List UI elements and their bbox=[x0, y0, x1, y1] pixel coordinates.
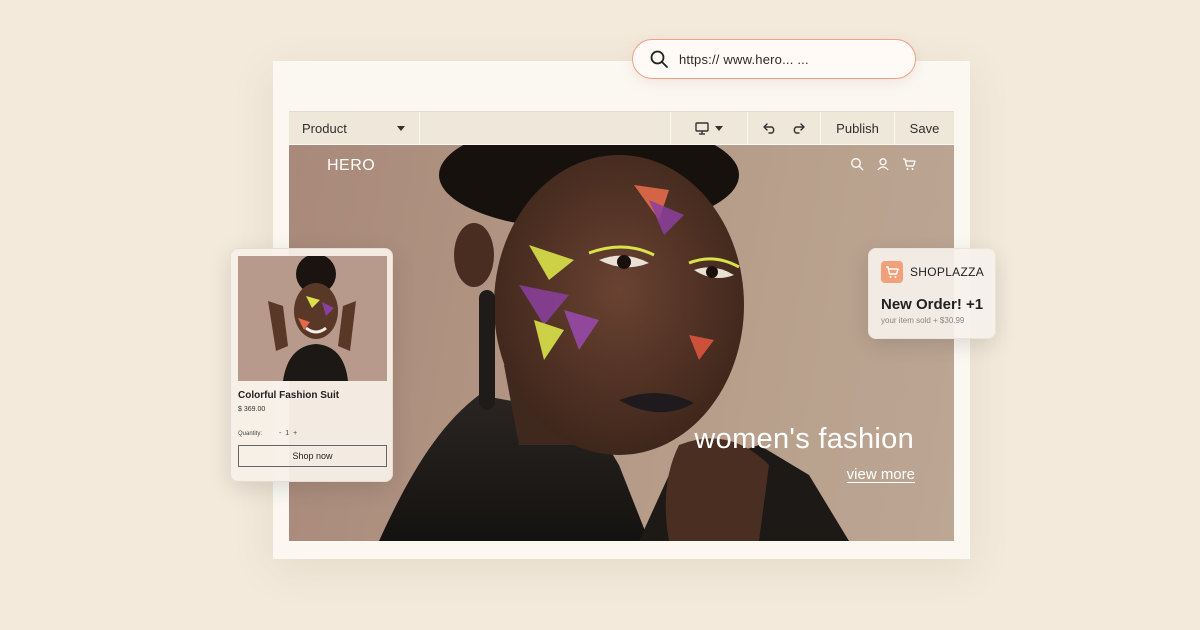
shop-now-button[interactable]: Shop now bbox=[238, 445, 387, 467]
cart-icon[interactable] bbox=[902, 157, 916, 171]
product-card: Colorful Fashion Suit $ 369.00 Quantity:… bbox=[230, 248, 393, 482]
device-toggle[interactable] bbox=[670, 112, 747, 144]
cart-icon bbox=[886, 266, 899, 278]
product-model-image bbox=[238, 256, 387, 381]
editor-toolbar: Product Publish Save bbox=[289, 111, 954, 144]
undo-icon[interactable] bbox=[763, 122, 777, 134]
shoplazza-logo bbox=[881, 261, 903, 283]
order-notification: SHOPLAZZA New Order! +1 your item sold +… bbox=[868, 248, 996, 339]
hero-headline: women's fashion bbox=[694, 423, 914, 455]
url-text: https:// www.hero... ... bbox=[679, 51, 809, 67]
url-bar[interactable]: https:// www.hero... ... bbox=[632, 39, 916, 79]
save-button[interactable]: Save bbox=[894, 112, 954, 144]
product-name: Colorful Fashion Suit bbox=[238, 390, 340, 401]
notification-subtitle: your item sold + $30.99 bbox=[881, 316, 965, 325]
product-image[interactable] bbox=[238, 256, 387, 381]
publish-button[interactable]: Publish bbox=[820, 112, 894, 144]
header-icons bbox=[850, 157, 916, 171]
store-logo[interactable]: HERO bbox=[327, 157, 375, 175]
history-controls bbox=[747, 112, 820, 144]
user-icon[interactable] bbox=[876, 157, 890, 171]
search-icon bbox=[650, 50, 668, 68]
section-select-label: Product bbox=[302, 120, 347, 136]
redo-icon[interactable] bbox=[791, 122, 805, 134]
notification-brand: SHOPLAZZA bbox=[910, 265, 985, 279]
notification-title: New Order! +1 bbox=[881, 296, 984, 313]
section-select[interactable]: Product bbox=[289, 112, 420, 144]
search-icon[interactable] bbox=[850, 157, 864, 171]
quantity-label: Quantity: bbox=[238, 431, 263, 437]
chevron-down-icon bbox=[397, 125, 405, 131]
desktop-icon bbox=[695, 121, 709, 135]
chevron-down-icon bbox=[715, 125, 723, 131]
quantity-stepper[interactable]: - 1 + bbox=[279, 430, 298, 437]
view-more-link[interactable]: view more bbox=[847, 466, 915, 483]
product-price: $ 369.00 bbox=[238, 406, 266, 413]
